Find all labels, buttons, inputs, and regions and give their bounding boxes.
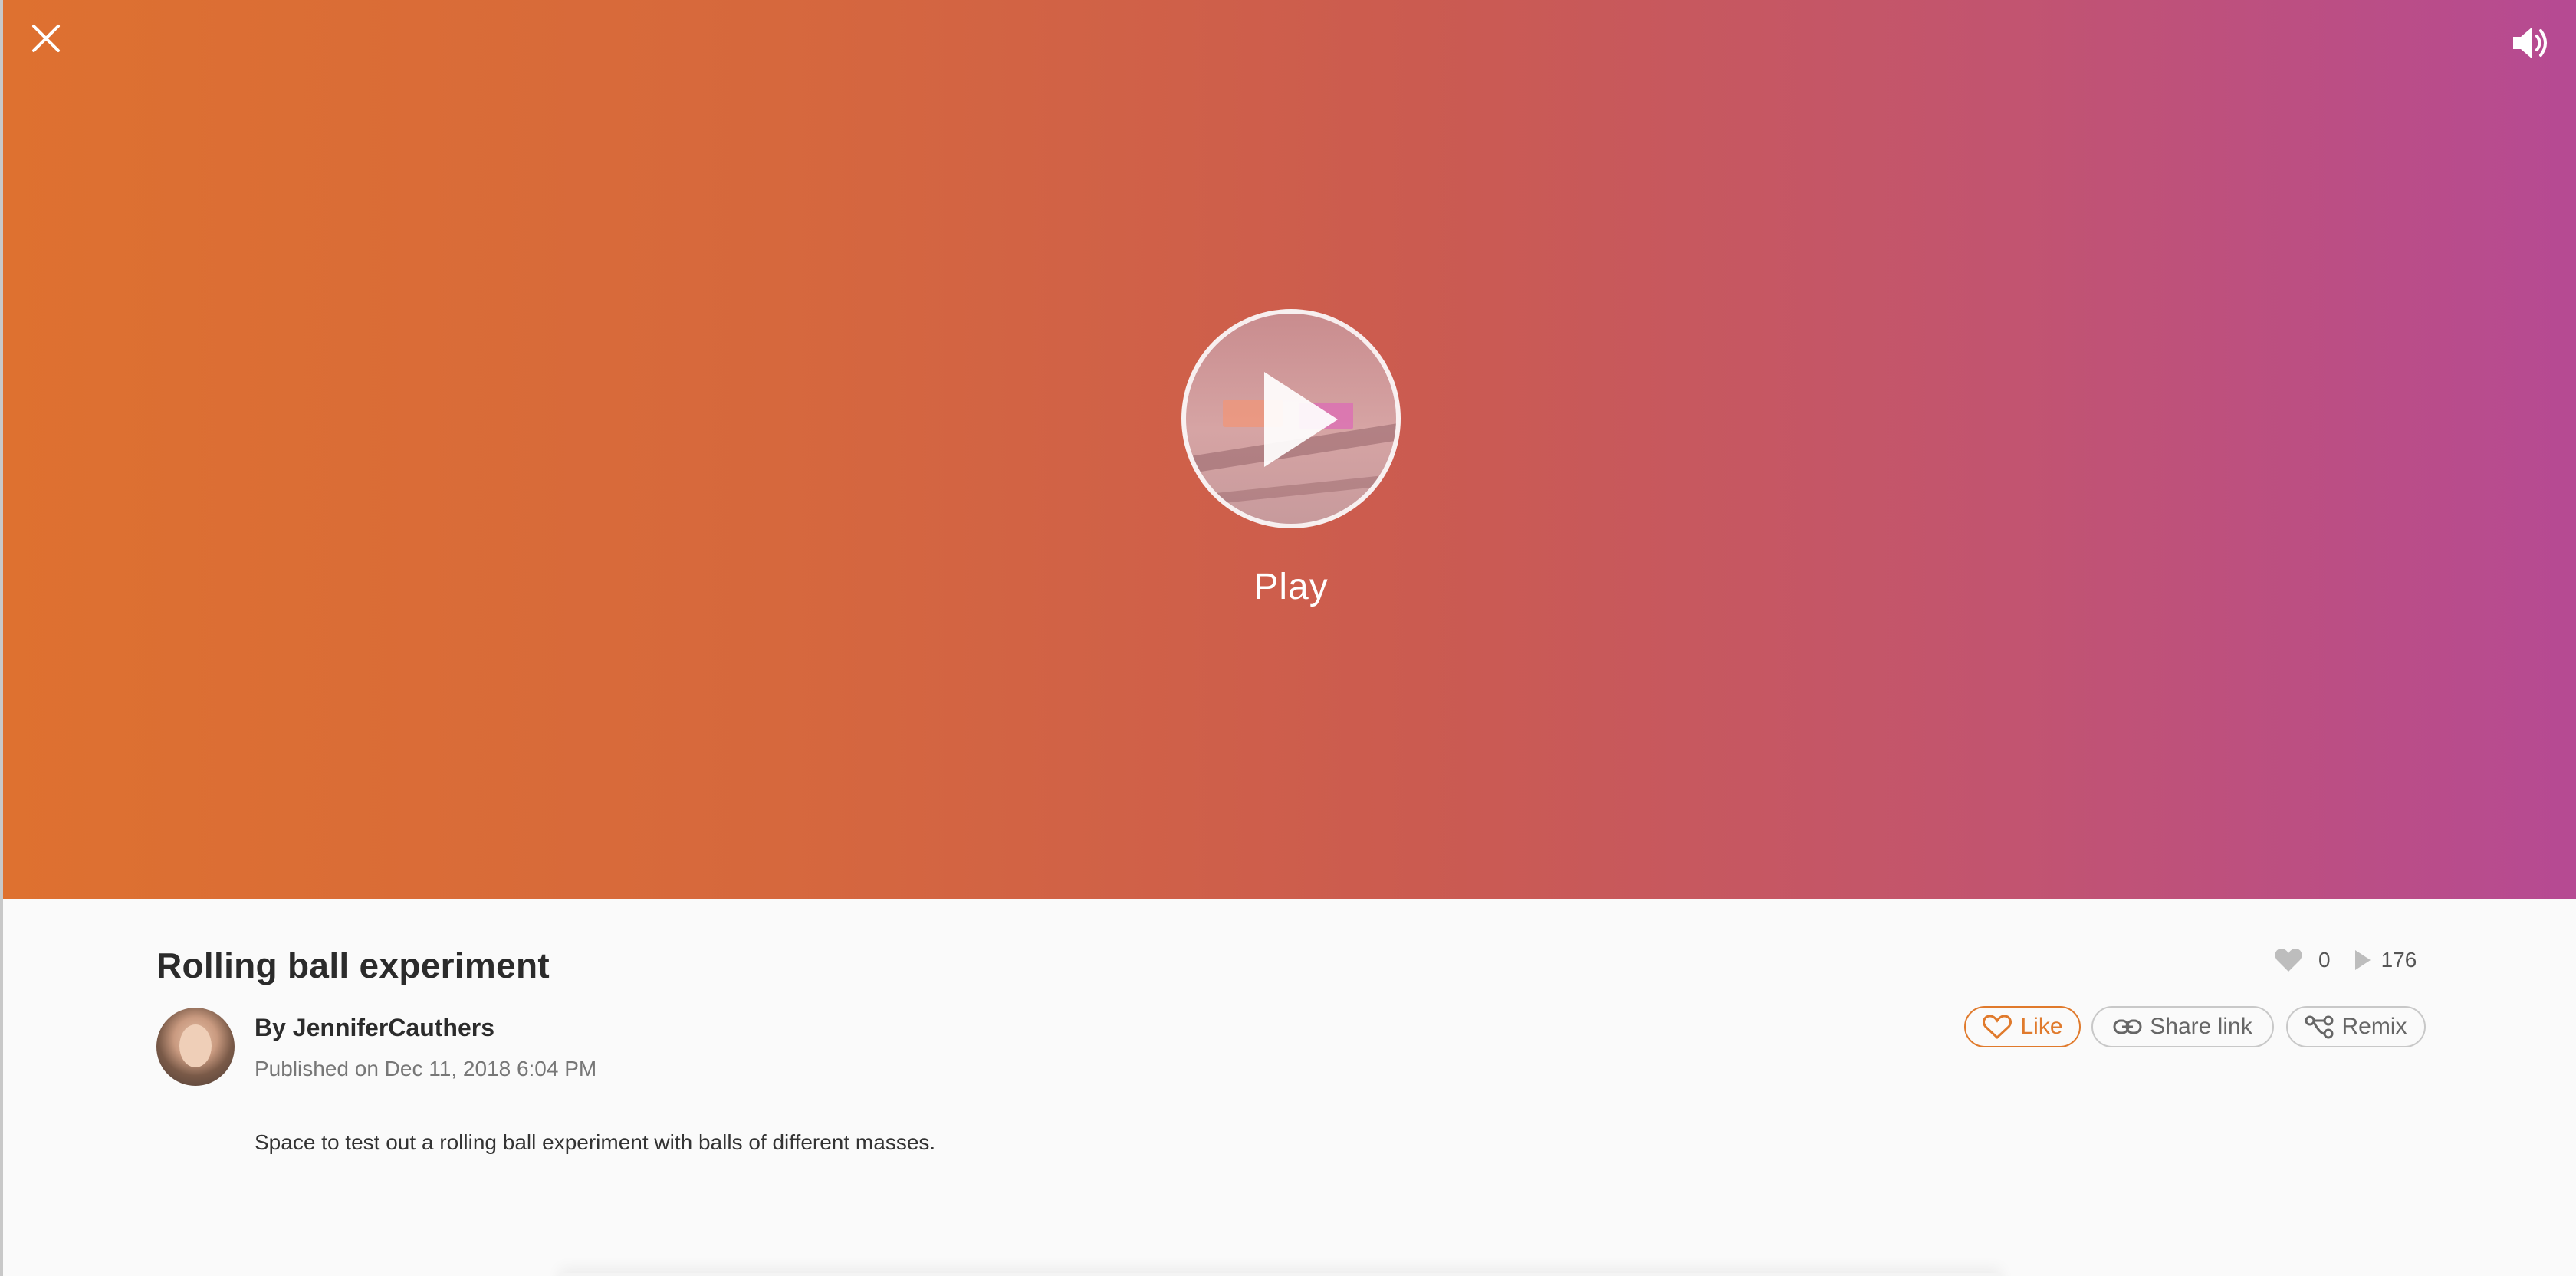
thumbnail-ramp [1201,467,1396,505]
content-card-top-edge [560,1273,2001,1276]
play-button-thumbnail[interactable] [1181,309,1401,528]
share-link-button[interactable]: Share link [2091,1006,2274,1047]
project-title: Rolling ball experiment [156,945,550,985]
heart-outline-icon [1983,1015,2013,1040]
likes-count: 0 [2318,948,2331,972]
published-date: Published on Dec 11, 2018 6:04 PM [255,1057,597,1080]
play-label[interactable]: Play [1214,566,1368,608]
project-viewer: Play Rolling ball experiment By Jennifer… [0,0,2576,1276]
avatar-face [179,1024,212,1067]
project-stats: 0 176 [2274,945,2417,975]
volume-icon [2513,28,2547,58]
remix-button[interactable]: Remix [2286,1006,2426,1047]
close-icon [32,25,60,52]
hero-banner: Play [3,0,2576,899]
link-icon [2113,1019,2142,1034]
author-avatar[interactable] [156,1008,235,1086]
project-description: Space to test out a rolling ball experim… [255,1130,936,1154]
share-link-label: Share link [2150,1014,2252,1039]
remix-label: Remix [2341,1014,2407,1039]
close-button[interactable] [26,18,66,58]
like-button[interactable]: Like [1964,1006,2081,1047]
heart-icon [2275,949,2302,972]
play-icon [1264,372,1338,467]
play-count-icon [2354,950,2371,970]
remix-icon [2305,1015,2334,1039]
author-name[interactable]: By JenniferCauthers [255,1014,495,1042]
views-count: 176 [2380,948,2417,972]
sound-toggle-button[interactable] [2509,23,2555,63]
project-info-panel: Rolling ball experiment By JenniferCauth… [0,899,2576,1276]
like-button-label: Like [2020,1014,2063,1039]
